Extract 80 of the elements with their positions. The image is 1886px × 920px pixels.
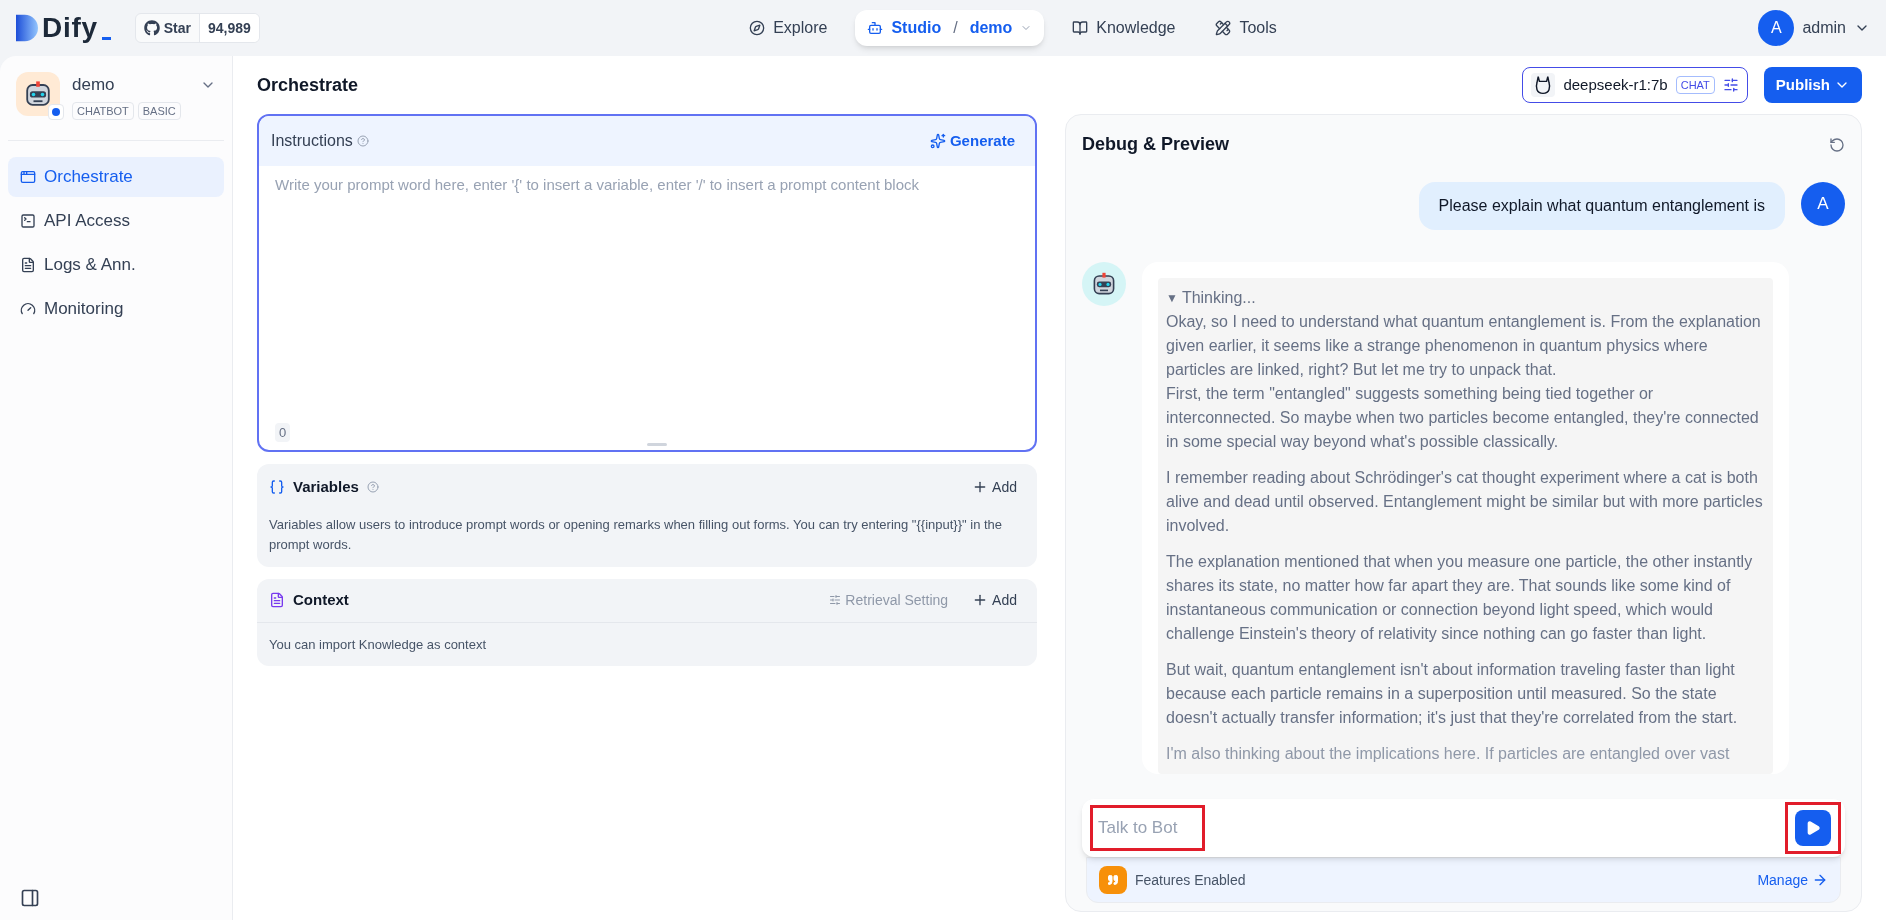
nav-tab[interactable]: Knowledge	[1060, 10, 1188, 46]
section-title: Context	[293, 589, 349, 610]
section-description: You can import Knowledge as context	[268, 635, 488, 654]
logo-icon	[16, 14, 38, 42]
sidebar-label: Orchestrate	[44, 166, 133, 189]
thinking-paragraph: But wait, quantum entanglement isn't about information traveling faster than light because each particle remains in a superposition until measured. So the state doesn't actually transfer information; it's just that they're correlated from the start.	[1166, 660, 1739, 728]
quote-icon	[1099, 866, 1127, 894]
chatbot-badge-icon	[48, 104, 64, 120]
message-input[interactable]: Talk to Bot	[1098, 815, 1769, 841]
sidebar-label: Logs & Ann.	[44, 254, 136, 277]
resize-handle[interactable]	[647, 443, 667, 446]
sidebar-label: API Access	[44, 210, 130, 233]
model-selector[interactable]: deepseek-r1:7b CHAT	[1522, 67, 1748, 103]
user-name[interactable]: admin	[1802, 16, 1846, 40]
explore-icon	[749, 20, 766, 36]
user-message: Please explain what quantum entanglement is	[1418, 182, 1785, 230]
app-tag: CHATBOT	[72, 101, 134, 120]
thinking-paragraph: The explanation mentioned that when you measure one particle, the other instantly shares its state, no matter how far apart they are. That sounds like some kind of instantaneous communication or connection beyond light speed, which would challenge Einstein's theory of relativity since nothing can go faster than light.	[1166, 552, 1754, 644]
orchestrate-icon	[20, 169, 36, 185]
section-description: Variables allow users to introduce prompt words or opening remarks when filling out forms. You can try entering "{{input}}" in the prompt words.	[269, 515, 1004, 554]
nav-tab[interactable]: Explore	[737, 10, 840, 46]
nav-tab[interactable]: Tools	[1203, 10, 1289, 46]
logo-text: Dify	[42, 14, 98, 42]
star-label: Star	[163, 19, 191, 38]
publish-button[interactable]: Publish	[1763, 67, 1862, 103]
app-breadcrumb: demo	[969, 18, 1013, 38]
thinking-paragraph: Okay, so I need to understand what quantum entanglement is. From the explanation given earlier, it seems like a strange phenomenon in quantum physics where particles are linked, right? But let me try to unpack that. First, the term "entangled" suggests something being tied together or interconnected. So maybe when two particles become entangled, they're connected in some special way beyond what's possible classically.	[1166, 312, 1762, 452]
panel-title: Debug & Preview	[1082, 133, 1230, 156]
send-icon	[1805, 820, 1821, 836]
section-title: Variables	[293, 477, 359, 497]
send-button[interactable]	[1795, 810, 1831, 846]
star-count: 94,989	[198, 14, 259, 42]
sidebar-item[interactable]: Orchestrate	[8, 157, 224, 197]
logo-underscore	[101, 37, 111, 40]
user-avatar[interactable]: A	[1758, 10, 1795, 46]
app-name: demo	[72, 74, 115, 96]
section-title: Instructions	[271, 131, 353, 151]
generate-button[interactable]: Generate	[921, 129, 1023, 153]
sidebar-item[interactable]: API Access	[8, 201, 224, 241]
thinking-paragraph: I'm also thinking about the implications here. If particles are entangled over vast	[1166, 744, 1731, 764]
refresh-icon[interactable]	[1829, 136, 1845, 153]
github-star-button[interactable]: Star 94,989	[134, 13, 260, 43]
thinking-toggle[interactable]: ▼ Thinking...	[1166, 286, 1765, 310]
sidebar-label: Monitoring	[44, 298, 124, 321]
app-tag: BASIC	[137, 101, 181, 120]
api-icon	[20, 213, 36, 229]
github-icon	[143, 20, 160, 36]
document-icon	[269, 592, 285, 608]
panel-toggle-icon[interactable]	[20, 888, 40, 908]
page-title: Orchestrate	[257, 73, 359, 97]
variable-icon	[269, 479, 285, 496]
model-name: deepseek-r1:7b	[1563, 74, 1668, 95]
arrow-right-icon	[1812, 872, 1828, 888]
nav-tab[interactable]: Studio / demo	[855, 10, 1045, 46]
sidebar-item[interactable]: Logs & Ann.	[8, 245, 224, 285]
nav-label: Tools	[1239, 18, 1277, 38]
thinking-paragraph: I remember reading about Schrödinger's cat thought experiment where a cat is both alive and dead until observed. Entanglement might be similar but with more particles involved.	[1166, 468, 1764, 536]
logs-icon	[20, 257, 36, 273]
features-label: Features Enabled	[1135, 870, 1246, 890]
sidebar-item[interactable]: Monitoring	[8, 289, 224, 329]
monitoring-icon	[20, 301, 36, 317]
add-button[interactable]: Add	[964, 589, 1025, 611]
nav-label: Knowledge	[1096, 18, 1176, 38]
manage-link[interactable]: Manage	[1757, 869, 1828, 891]
user-avatar: A	[1801, 182, 1845, 226]
studio-icon	[867, 20, 884, 36]
nav-label: Explore	[773, 18, 828, 38]
tools-icon	[1215, 20, 1232, 36]
disclosure-icon: ▼	[1166, 286, 1178, 310]
sliders-icon	[829, 594, 842, 606]
sparkle-icon	[929, 133, 946, 149]
nav-label: Studio	[891, 18, 942, 38]
add-button[interactable]: Add	[964, 476, 1025, 498]
breadcrumb-separator: /	[952, 18, 959, 38]
thinking-label: Thinking...	[1181, 288, 1256, 308]
help-icon	[356, 135, 369, 147]
settings-icon[interactable]	[1722, 77, 1739, 93]
knowledge-icon	[1072, 20, 1089, 36]
help-icon	[366, 481, 379, 494]
model-mode-tag: CHAT	[1675, 75, 1715, 95]
